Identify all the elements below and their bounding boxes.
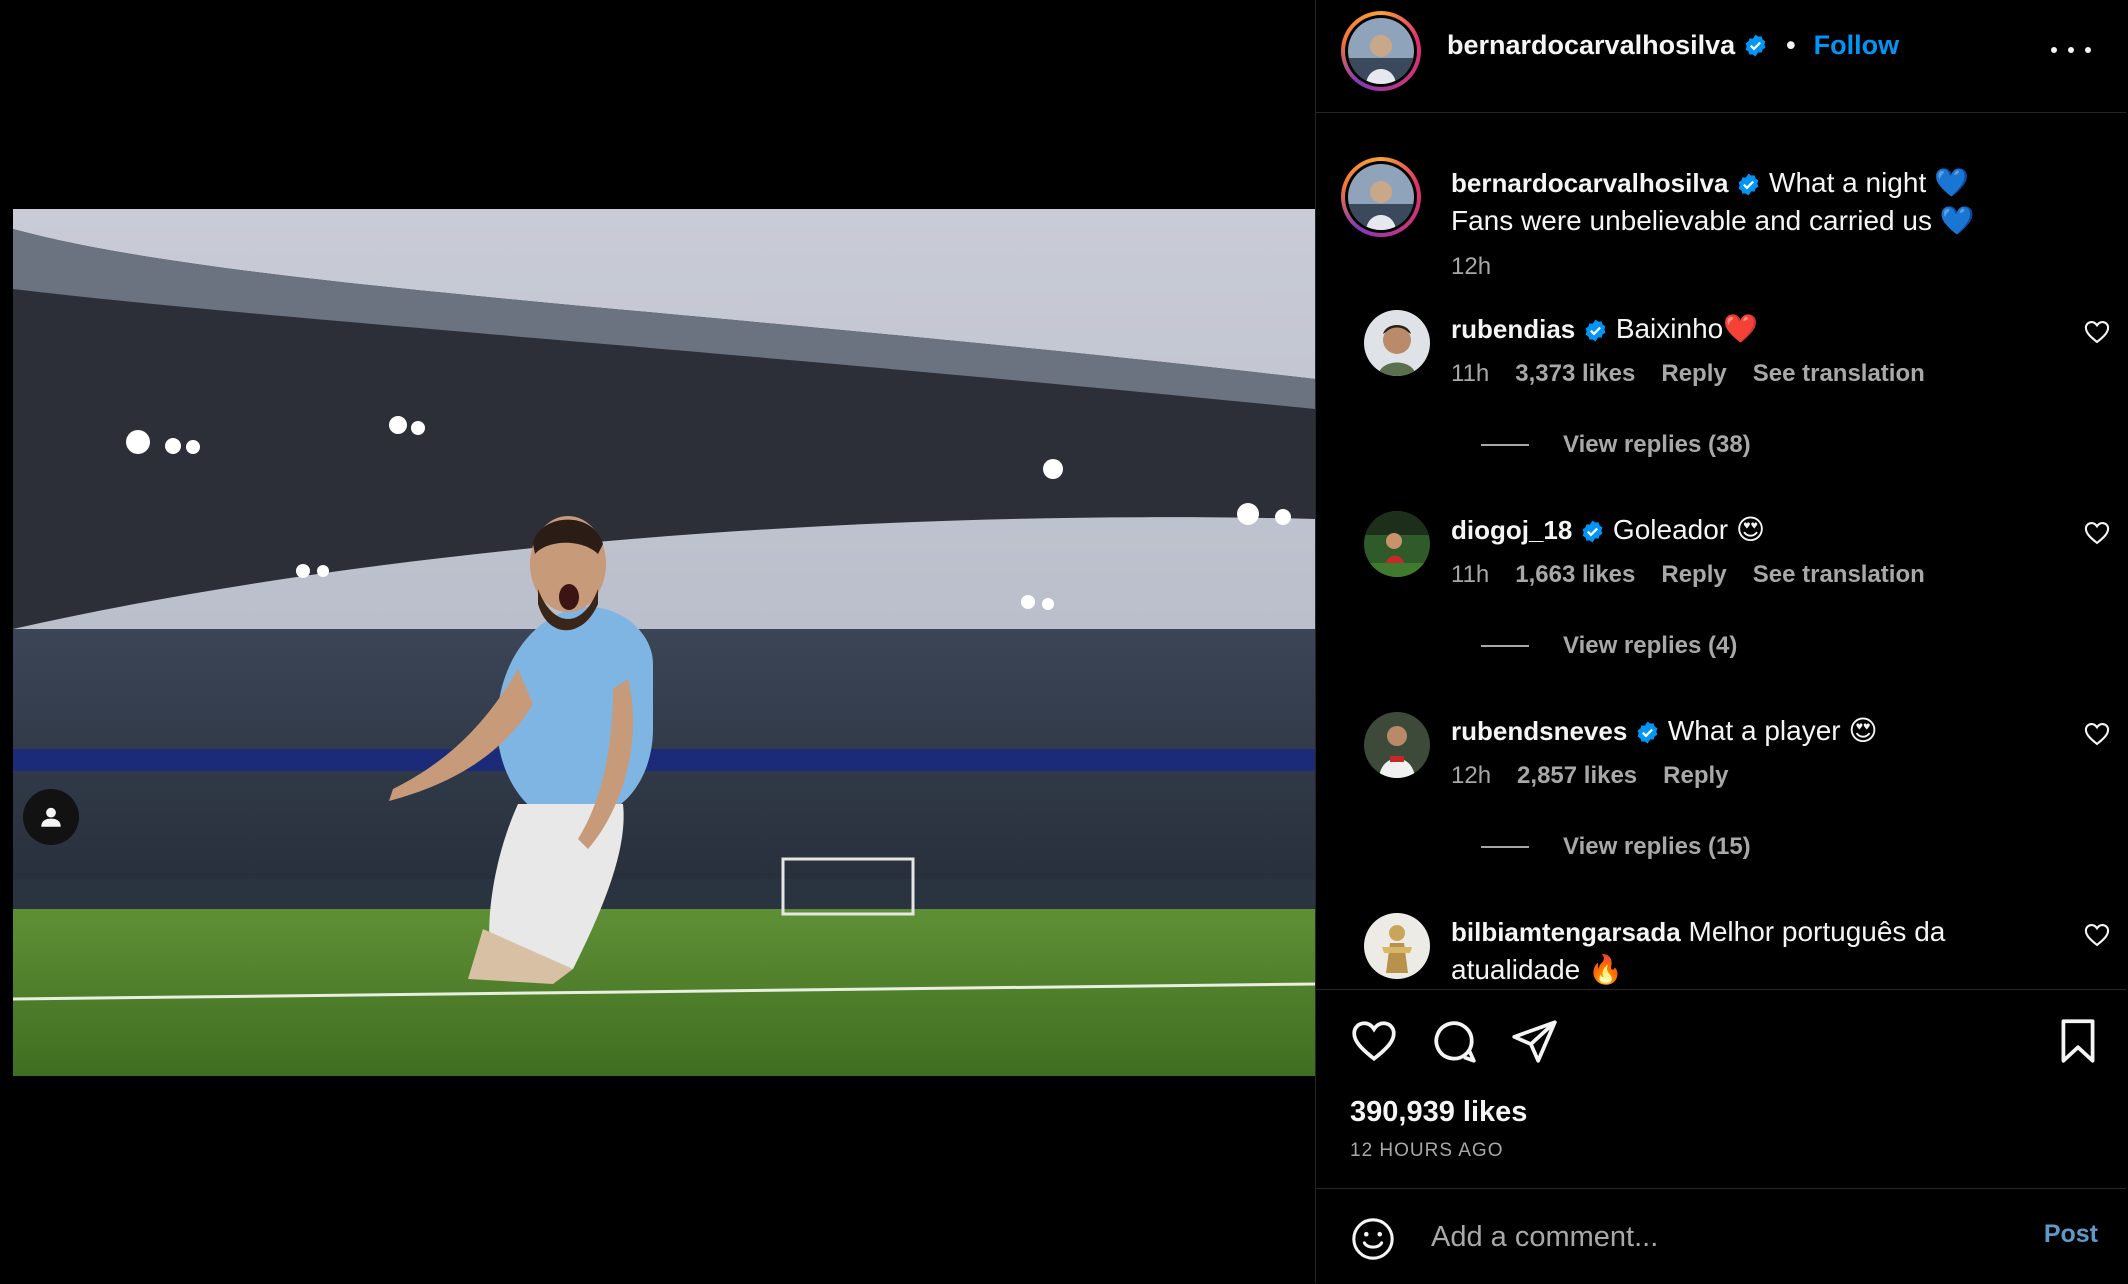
verified-icon	[1745, 34, 1766, 57]
header-username-row: bernardocarvalhosilva • Follow	[1447, 30, 1899, 61]
caption-avatar-image	[1348, 164, 1414, 230]
commenter-username[interactable]: rubendsneves	[1451, 716, 1627, 746]
author-avatar[interactable]	[1341, 11, 1421, 91]
view-replies-label: View replies (4)	[1563, 632, 1738, 659]
comment-time[interactable]: 11h	[1451, 561, 1489, 589]
likes-count[interactable]: 390,939 likes	[1350, 1096, 1527, 1129]
comment-likes[interactable]: 2,857 likes	[1517, 762, 1637, 790]
commenter-username[interactable]: diogoj_18	[1451, 515, 1572, 545]
post-details-panel: bernardocarvalhosilva • Follow bernardoc…	[1315, 0, 2128, 1283]
caption-text: bernardocarvalhosilva What a night 💙 Fan…	[1451, 164, 2091, 239]
commenter-avatar-image	[1364, 310, 1430, 376]
view-replies-label: View replies (38)	[1563, 431, 1751, 458]
comment-time[interactable]: 11h	[1451, 360, 1489, 388]
commenter-avatar-image	[1364, 712, 1430, 778]
post-header: bernardocarvalhosilva • Follow	[1316, 0, 2126, 113]
comment-meta: 12h 2,857 likes Reply	[1451, 762, 1729, 790]
comment-text: bilbiamtengarsada Melhor português da at…	[1451, 913, 2041, 988]
add-comment-bar: Post	[1316, 1188, 2126, 1284]
post-comment-button[interactable]: Post	[2044, 1220, 2098, 1249]
share-icon[interactable]	[1509, 1016, 1559, 1066]
heart-icon[interactable]	[2083, 720, 2111, 748]
comment-likes[interactable]: 1,663 likes	[1515, 561, 1635, 589]
verified-icon	[1738, 173, 1759, 196]
commenter-avatar[interactable]	[1364, 511, 1430, 577]
comment-meta: 11h 1,663 likes Reply See translation	[1451, 561, 1925, 589]
stadium-celebration-image	[13, 209, 1315, 1076]
verified-icon	[1637, 721, 1658, 744]
reply-button[interactable]: Reply	[1661, 360, 1726, 388]
post-photo[interactable]	[13, 209, 1315, 1076]
replies-divider-line	[1481, 846, 1529, 848]
comment-icon[interactable]	[1429, 1016, 1479, 1066]
comment-likes[interactable]: 3,373 likes	[1515, 360, 1635, 388]
user-tag-button[interactable]	[23, 789, 79, 845]
commenter-username[interactable]: rubendias	[1451, 314, 1575, 344]
comment-content: Baixinho❤️	[1615, 313, 1759, 344]
caption-timestamp[interactable]: 12h	[1451, 253, 1491, 281]
comment-content: Goleador 😍	[1612, 514, 1766, 545]
caption-line-1: What a night 💙	[1769, 167, 1969, 198]
separator-dot: •	[1786, 30, 1796, 60]
emoji-icon[interactable]	[1350, 1216, 1396, 1262]
comment-item: rubendsneves What a player 😍 12h 2,857 l…	[1341, 712, 2111, 912]
post-time-ago[interactable]: 12 HOURS AGO	[1350, 1140, 1504, 1162]
heart-icon[interactable]	[2083, 519, 2111, 547]
view-replies-button[interactable]: View replies (4)	[1481, 632, 1737, 660]
author-avatar-image	[1348, 18, 1414, 84]
caption-line-2: Fans were unbelievable and carried us 💙	[1451, 205, 1975, 236]
comment-text: diogoj_18 Goleador 😍	[1451, 511, 2011, 549]
commenter-avatar-image	[1364, 511, 1430, 577]
comment-item: rubendias Baixinho❤️ 11h 3,373 likes Rep…	[1341, 310, 2111, 510]
caption-author-avatar[interactable]	[1341, 157, 1421, 237]
caption-username[interactable]: bernardocarvalhosilva	[1451, 168, 1728, 198]
reply-button[interactable]: Reply	[1661, 561, 1726, 589]
comment-time[interactable]: 12h	[1451, 762, 1491, 790]
view-replies-label: View replies (15)	[1563, 833, 1751, 860]
commenter-avatar[interactable]	[1364, 913, 1430, 979]
commenter-username[interactable]: bilbiamtengarsada	[1451, 917, 1681, 947]
comment-text: rubendias Baixinho❤️	[1451, 310, 2011, 348]
commenter-avatar[interactable]	[1364, 310, 1430, 376]
follow-button[interactable]: Follow	[1814, 30, 1899, 61]
comment-meta: 11h 3,373 likes Reply See translation	[1451, 360, 1925, 388]
comment-item: bilbiamtengarsada Melhor português da at…	[1341, 913, 2111, 989]
heart-icon[interactable]	[2083, 921, 2111, 949]
replies-divider-line	[1481, 645, 1529, 647]
commenter-avatar-image	[1364, 913, 1430, 979]
author-username[interactable]: bernardocarvalhosilva	[1447, 30, 1735, 61]
comment-text: rubendsneves What a player 😍	[1451, 712, 2011, 750]
verified-icon	[1582, 520, 1603, 543]
view-replies-button[interactable]: View replies (38)	[1481, 431, 1751, 459]
comments-section[interactable]: bernardocarvalhosilva What a night 💙 Fan…	[1316, 113, 2126, 989]
heart-icon[interactable]	[2083, 318, 2111, 346]
view-replies-button[interactable]: View replies (15)	[1481, 833, 1751, 861]
user-tag-icon	[41, 807, 61, 827]
post-actions: 390,939 likes 12 HOURS AGO	[1316, 989, 2126, 1190]
bookmark-icon[interactable]	[2053, 1016, 2103, 1066]
see-translation-button[interactable]: See translation	[1753, 360, 1925, 388]
comment-item: diogoj_18 Goleador 😍 11h 1,663 likes Rep…	[1341, 511, 2111, 711]
media-pane	[0, 0, 1315, 1283]
replies-divider-line	[1481, 444, 1529, 446]
see-translation-button[interactable]: See translation	[1753, 561, 1925, 589]
more-options-icon[interactable]	[2051, 38, 2091, 62]
comment-input[interactable]	[1429, 1211, 1993, 1263]
reply-button[interactable]: Reply	[1663, 762, 1728, 790]
heart-icon[interactable]	[1349, 1016, 1399, 1066]
verified-icon	[1585, 319, 1606, 342]
commenter-avatar[interactable]	[1364, 712, 1430, 778]
comment-content: What a player 😍	[1667, 715, 1878, 746]
